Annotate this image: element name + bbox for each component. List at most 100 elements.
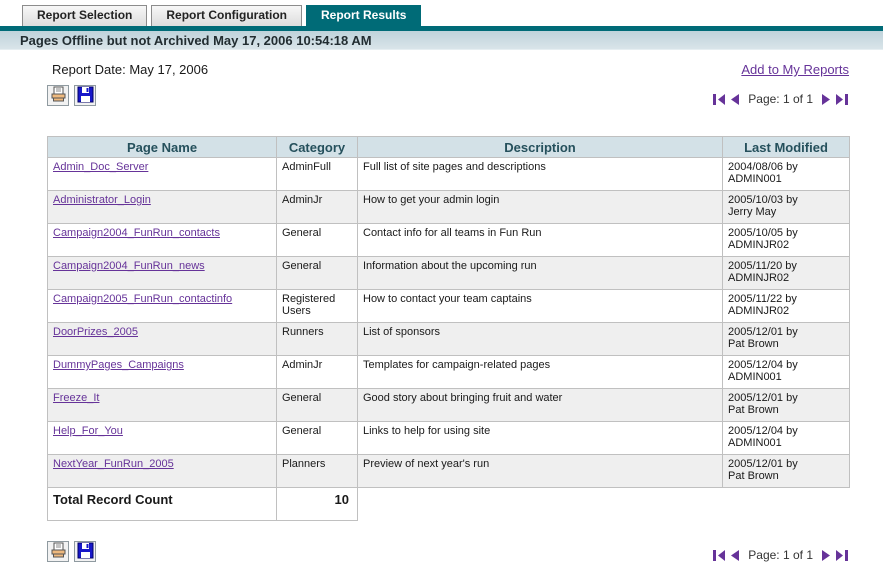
description-cell: Good story about bringing fruit and wate… (357, 388, 723, 422)
category-cell: Registered Users (276, 289, 358, 323)
table-row: Help_For_You General Links to help for usi… (47, 421, 850, 455)
print-button[interactable] (47, 541, 69, 562)
page-name-cell: NextYear_FunRun_2005 (47, 454, 277, 488)
page-name-cell: Admin_Doc_Server (47, 157, 277, 191)
next-page-button[interactable] (820, 549, 832, 561)
category-cell: AdminJr (276, 355, 358, 389)
report-date-label: Report Date: May 17, 2006 (52, 62, 209, 77)
page-name-link[interactable]: Administrator_Login (53, 194, 151, 206)
first-page-button[interactable] (712, 93, 726, 105)
last-modified-cell: 2005/12/04 by ADMIN001 (722, 355, 850, 389)
toolbar-bottom (47, 541, 96, 562)
description-cell: How to get your admin login (357, 190, 723, 224)
table-row: Administrator_Login AdminJr How to get you… (47, 190, 850, 224)
last-modified-cell: 2005/12/01 by Pat Brown (722, 322, 850, 356)
description-cell: Links to help for using site (357, 421, 723, 455)
table-header-row: Page Name Category Description Last Modi… (47, 136, 850, 158)
page-name-cell: Campaign2005_FunRun_contactinfo (47, 289, 277, 323)
header-description: Description (357, 136, 723, 158)
page-name-cell: DoorPrizes_2005 (47, 322, 277, 356)
total-record-count-value: 10 (276, 487, 358, 521)
page-name-cell: Help_For_You (47, 421, 277, 455)
report-title-text: Pages Offline but not Archived May 17, 2… (20, 33, 372, 48)
page-name-link[interactable]: Admin_Doc_Server (53, 161, 148, 173)
table-row: DoorPrizes_2005 Runners List of sponsors 20… (47, 322, 850, 356)
last-page-button[interactable] (835, 549, 849, 561)
save-button[interactable] (74, 541, 96, 562)
category-cell: AdminJr (276, 190, 358, 224)
page-name-link[interactable]: DoorPrizes_2005 (53, 326, 138, 338)
save-icon (77, 542, 94, 562)
prev-page-button[interactable] (729, 549, 741, 561)
report-title-bar: Pages Offline but not Archived May 17, 2… (0, 31, 883, 50)
page-name-cell: Freeze_It (47, 388, 277, 422)
pager-bottom: Page: 1 of 1 (712, 548, 849, 562)
page-name-cell: Administrator_Login (47, 190, 277, 224)
page-name-link[interactable]: Help_For_You (53, 425, 123, 437)
last-modified-cell: 2004/08/06 by ADMIN001 (722, 157, 850, 191)
description-cell: Full list of site pages and descriptions (357, 157, 723, 191)
print-icon (50, 86, 67, 106)
page-name-link[interactable]: Campaign2004_FunRun_contacts (53, 227, 220, 239)
table-row: Campaign2005_FunRun_contactinfo Registere… (47, 289, 850, 323)
report-results-panel: Report Date: May 17, 2006 Add to My Repo… (0, 50, 883, 562)
table-row: NextYear_FunRun_2005 Planners Preview of n… (47, 454, 850, 488)
prev-page-button[interactable] (729, 93, 741, 105)
report-table: Page Name Category Description Last Modi… (47, 136, 850, 521)
page-name-link[interactable]: Campaign2005_FunRun_contactinfo (53, 293, 232, 305)
page-indicator: Page: 1 of 1 (748, 548, 813, 562)
page-name-link[interactable]: NextYear_FunRun_2005 (53, 458, 174, 470)
tab-strip: Report Selection Report Configuration Re… (0, 0, 883, 26)
category-cell: General (276, 388, 358, 422)
category-cell: AdminFull (276, 157, 358, 191)
save-icon (77, 86, 94, 106)
print-icon (50, 542, 67, 562)
page-name-cell: DummyPages_Campaigns (47, 355, 277, 389)
category-cell: General (276, 421, 358, 455)
description-cell: List of sponsors (357, 322, 723, 356)
page-name-cell: Campaign2004_FunRun_contacts (47, 223, 277, 257)
table-row: Campaign2004_FunRun_news General Informati… (47, 256, 850, 290)
page-name-link[interactable]: Campaign2004_FunRun_news (53, 260, 205, 272)
header-last-modified: Last Modified (722, 136, 850, 158)
tab-report-results[interactable]: Report Results (306, 5, 422, 26)
total-record-count-label: Total Record Count (47, 487, 277, 521)
first-page-button[interactable] (712, 549, 726, 561)
page-name-link[interactable]: Freeze_It (53, 392, 99, 404)
last-page-button[interactable] (835, 93, 849, 105)
header-category: Category (276, 136, 358, 158)
table-row: Freeze_It General Good story about bringin… (47, 388, 850, 422)
tab-report-selection[interactable]: Report Selection (22, 5, 148, 26)
save-button[interactable] (74, 85, 96, 106)
category-cell: General (276, 223, 358, 257)
total-row: Total Record Count 10 (47, 487, 850, 521)
header-page-name: Page Name (47, 136, 277, 158)
last-modified-cell: 2005/11/22 by ADMINJR02 (722, 289, 850, 323)
add-to-my-reports-link[interactable]: Add to My Reports (741, 62, 849, 77)
description-cell: Information about the upcoming run (357, 256, 723, 290)
last-modified-cell: 2005/12/01 by Pat Brown (722, 454, 850, 488)
next-page-button[interactable] (820, 93, 832, 105)
category-cell: Runners (276, 322, 358, 356)
last-modified-cell: 2005/11/20 by ADMINJR02 (722, 256, 850, 290)
table-row: Campaign2004_FunRun_contacts General Conta… (47, 223, 850, 257)
page-name-link[interactable]: DummyPages_Campaigns (53, 359, 184, 371)
description-cell: How to contact your team captains (357, 289, 723, 323)
last-modified-cell: 2005/12/01 by Pat Brown (722, 388, 850, 422)
report-table-body: Admin_Doc_Server AdminFull Full list of si… (47, 157, 850, 488)
print-button[interactable] (47, 85, 69, 106)
last-modified-cell: 2005/10/03 by Jerry May (722, 190, 850, 224)
category-cell: General (276, 256, 358, 290)
description-cell: Templates for campaign-related pages (357, 355, 723, 389)
pager-top: Page: 1 of 1 (712, 92, 849, 106)
page-name-cell: Campaign2004_FunRun_news (47, 256, 277, 290)
description-cell: Preview of next year's run (357, 454, 723, 488)
tab-report-configuration[interactable]: Report Configuration (151, 5, 303, 26)
table-row: DummyPages_Campaigns AdminJr Templates for… (47, 355, 850, 389)
last-modified-cell: 2005/10/05 by ADMINJR02 (722, 223, 850, 257)
page-indicator: Page: 1 of 1 (748, 92, 813, 106)
table-row: Admin_Doc_Server AdminFull Full list of si… (47, 157, 850, 191)
last-modified-cell: 2005/12/04 by ADMIN001 (722, 421, 850, 455)
category-cell: Planners (276, 454, 358, 488)
toolbar-top (47, 85, 96, 106)
